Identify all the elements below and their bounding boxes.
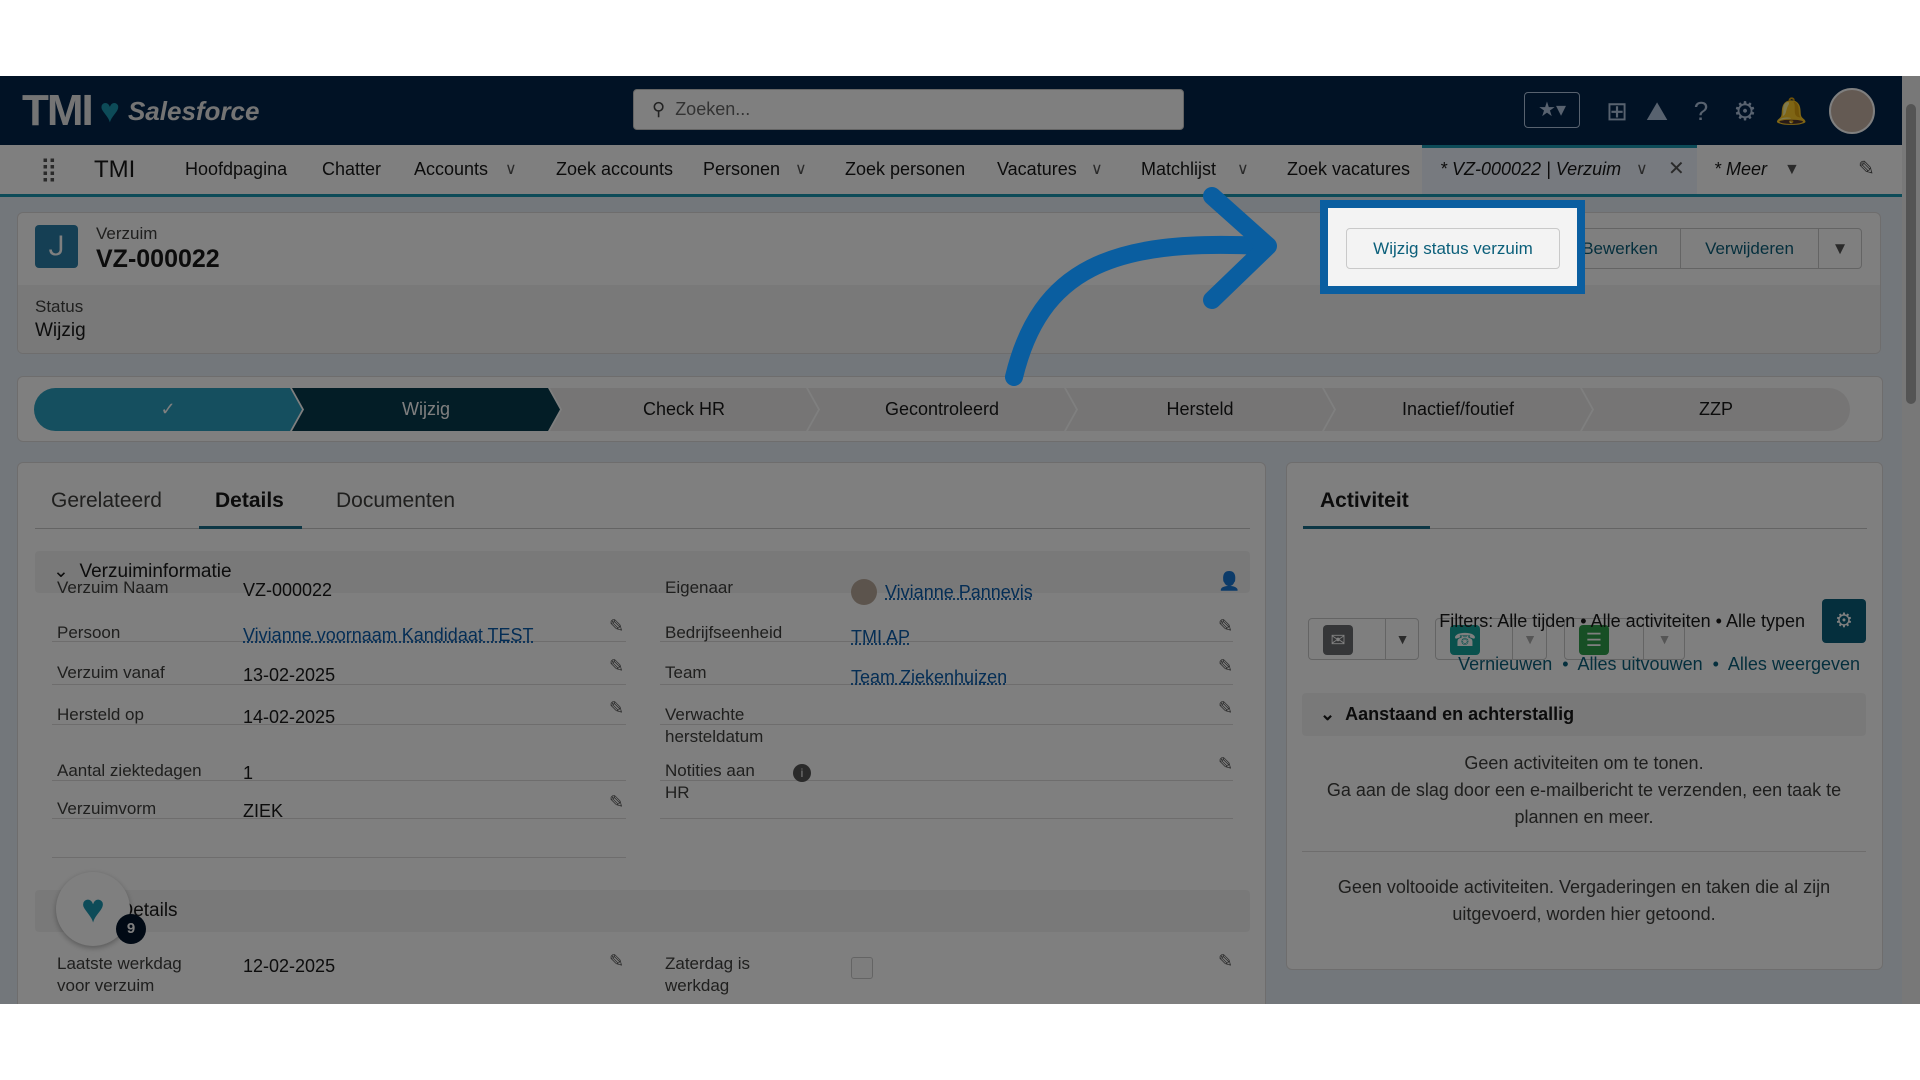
highlight-box: Wijzig status verzuim xyxy=(1320,200,1585,294)
wijzig-status-verzuim-button[interactable]: Wijzig status verzuim xyxy=(1346,228,1560,269)
pointer-arrow xyxy=(1005,187,1277,386)
arrow-curve xyxy=(1005,235,1271,386)
